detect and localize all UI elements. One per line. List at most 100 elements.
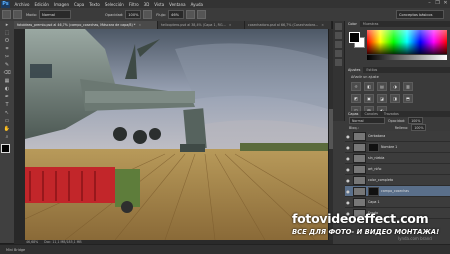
pen-tool-icon[interactable]: ✒ (2, 94, 12, 101)
close-icon[interactable]: × (321, 23, 324, 27)
canvas-pasteboard (14, 29, 25, 240)
hand-tool-icon[interactable]: ✋ (2, 126, 12, 133)
close-icon[interactable]: ✕ (443, 1, 448, 6)
move-tool-icon[interactable]: ▸ (2, 22, 12, 29)
tab-label: helicoptero.psd al 38,4% (Capa 1, RG... (160, 23, 226, 27)
tab-document-2[interactable]: helicoptero.psd al 38,4% (Capa 1, RG... × (157, 21, 245, 29)
path-select-tool-icon[interactable]: ↖ (2, 110, 12, 117)
layer-mask-thumbnail[interactable] (368, 142, 379, 152)
layer-thumbnail (353, 164, 366, 174)
watermark-title: fotovideoeffect.com (292, 211, 429, 226)
layer-name: color_completo (368, 178, 394, 182)
channel-mixer-icon[interactable]: ⬒ (403, 94, 413, 103)
tab-swatches[interactable]: Muestras (360, 21, 382, 27)
menu-3d[interactable]: 3D (144, 2, 150, 7)
curves-icon[interactable]: ▤ (377, 82, 387, 91)
layer-row[interactable]: ● Capa 1 (345, 197, 450, 208)
mini-bridge-label[interactable]: Mini Bridge (6, 248, 25, 252)
foreground-swatch[interactable] (349, 32, 360, 43)
marquee-tool-icon[interactable]: ⬚ (2, 30, 12, 37)
visibility-eye-icon[interactable]: ● (345, 200, 351, 205)
visibility-eye-icon[interactable]: ● (345, 189, 351, 194)
gradient-tool-icon[interactable]: ▦ (2, 78, 12, 85)
layer-row-selected[interactable]: ● campo_cosechas (345, 186, 450, 197)
menu-ayuda[interactable]: Ayuda (191, 2, 203, 7)
menu-archivo[interactable]: Archivo (15, 2, 30, 7)
hue-saturation-icon[interactable]: ◩ (351, 94, 361, 103)
blend-row: Normal Opacidad: 100% (345, 117, 450, 124)
levels-icon[interactable]: ◧ (364, 82, 374, 91)
brightness-icon[interactable]: ☼ (351, 82, 361, 91)
history-panel-icon[interactable] (335, 23, 342, 30)
zoom-tool-icon[interactable]: ⌕ (2, 134, 12, 141)
menu-seleccion[interactable]: Selección (105, 2, 124, 7)
quick-select-tool-icon[interactable]: ⌗ (2, 46, 12, 53)
type-tool-icon[interactable]: T (2, 102, 12, 109)
close-icon[interactable]: × (229, 23, 232, 27)
photo-filter-icon[interactable]: ◨ (390, 94, 400, 103)
visibility-eye-icon[interactable]: ● (345, 145, 351, 150)
layer-opacity-field[interactable]: 100% (408, 117, 424, 124)
brush-panel-icon[interactable] (335, 41, 342, 48)
flow-field[interactable]: 46% (168, 10, 185, 19)
shape-tool-icon[interactable]: ▭ (2, 118, 12, 125)
layer-row[interactable]: ● Cerbatana (345, 131, 450, 142)
tab-styles[interactable]: Estilos (363, 67, 380, 73)
layer-row[interactable]: ● color_completo (345, 175, 450, 186)
close-icon[interactable]: × (138, 23, 141, 27)
color-spectrum[interactable] (367, 30, 447, 54)
menu-texto[interactable]: Texto (89, 2, 100, 7)
opacity-field[interactable]: 100% (125, 10, 142, 19)
tab-adjustments[interactable]: Ajustes (345, 67, 364, 73)
foreground-color[interactable] (1, 144, 10, 153)
exposure-icon[interactable]: ◑ (390, 82, 400, 91)
color-balance-icon[interactable]: ▣ (364, 94, 374, 103)
pressure-size-icon[interactable] (197, 10, 207, 19)
lasso-tool-icon[interactable]: ʘ (2, 38, 12, 45)
document-canvas[interactable] (25, 29, 328, 240)
layer-fill-field[interactable]: 100% (411, 124, 427, 131)
color-swatches[interactable] (1, 144, 14, 157)
menu-capa[interactable]: Capa (74, 2, 84, 7)
layer-row[interactable]: ● art_niño (345, 164, 450, 175)
visibility-eye-icon[interactable]: ● (345, 156, 351, 161)
menu-imagen[interactable]: Imagen (54, 2, 69, 7)
menu-ventana[interactable]: Ventana (169, 2, 185, 7)
menu-vista[interactable]: Vista (154, 2, 164, 7)
visibility-eye-icon[interactable]: ● (345, 167, 351, 172)
blend-mode-select[interactable]: Normal (349, 117, 385, 124)
menu-filtro[interactable]: Filtro (129, 2, 139, 7)
airbrush-icon[interactable] (186, 10, 196, 19)
tab-document-3[interactable]: cosechadora.psd al 66,7% (Cosechadora...… (244, 21, 332, 29)
color-panel-swatches[interactable] (349, 32, 365, 48)
visibility-eye-icon[interactable]: ● (345, 134, 351, 139)
tools-panel: ▸ ⬚ ʘ ⌗ ✂ ✎ ⌫ ▦ ◐ ✒ T ↖ ▭ ✋ ⌕ (0, 21, 15, 243)
brush-panel-icon[interactable] (13, 10, 22, 19)
layer-row[interactable]: ● sin_niebla (345, 153, 450, 164)
properties-panel-icon[interactable] (335, 32, 342, 39)
vibrance-icon[interactable]: ▥ (403, 82, 413, 91)
grayscale-ramp[interactable] (367, 55, 447, 60)
tab-document-1[interactable]: fotoideas_premio.psd al 46,7% (campo_cos… (14, 21, 158, 29)
mode-select[interactable]: Normal (39, 10, 71, 19)
layer-row[interactable]: ● Nombre 1 (345, 142, 450, 153)
black-white-icon[interactable]: ◪ (377, 94, 387, 103)
layer-mask-thumbnail[interactable] (368, 186, 379, 196)
crop-tool-icon[interactable]: ✂ (2, 54, 12, 61)
tab-color[interactable]: Color (345, 21, 360, 27)
paragraph-panel-icon[interactable] (335, 59, 342, 66)
workspace-select[interactable]: Conceptos básicos (396, 10, 444, 19)
eraser-tool-icon[interactable]: ⌫ (2, 70, 12, 77)
minimize-icon[interactable]: – (427, 1, 432, 6)
brush-tool-icon[interactable]: ✎ (2, 62, 12, 69)
layer-name: art_niño (368, 167, 382, 171)
pressure-opacity-icon[interactable] (143, 10, 153, 19)
character-panel-icon[interactable] (335, 50, 342, 57)
menu-edicion[interactable]: Edición (34, 2, 48, 7)
maximize-icon[interactable]: ❐ (435, 1, 440, 6)
visibility-eye-icon[interactable]: ● (345, 178, 351, 183)
layer-thumbnail (353, 131, 366, 141)
brush-preset-icon[interactable] (2, 10, 11, 19)
dodge-tool-icon[interactable]: ◐ (2, 86, 12, 93)
tab-label: cosechadora.psd al 66,7% (Cosechadora... (247, 23, 319, 27)
